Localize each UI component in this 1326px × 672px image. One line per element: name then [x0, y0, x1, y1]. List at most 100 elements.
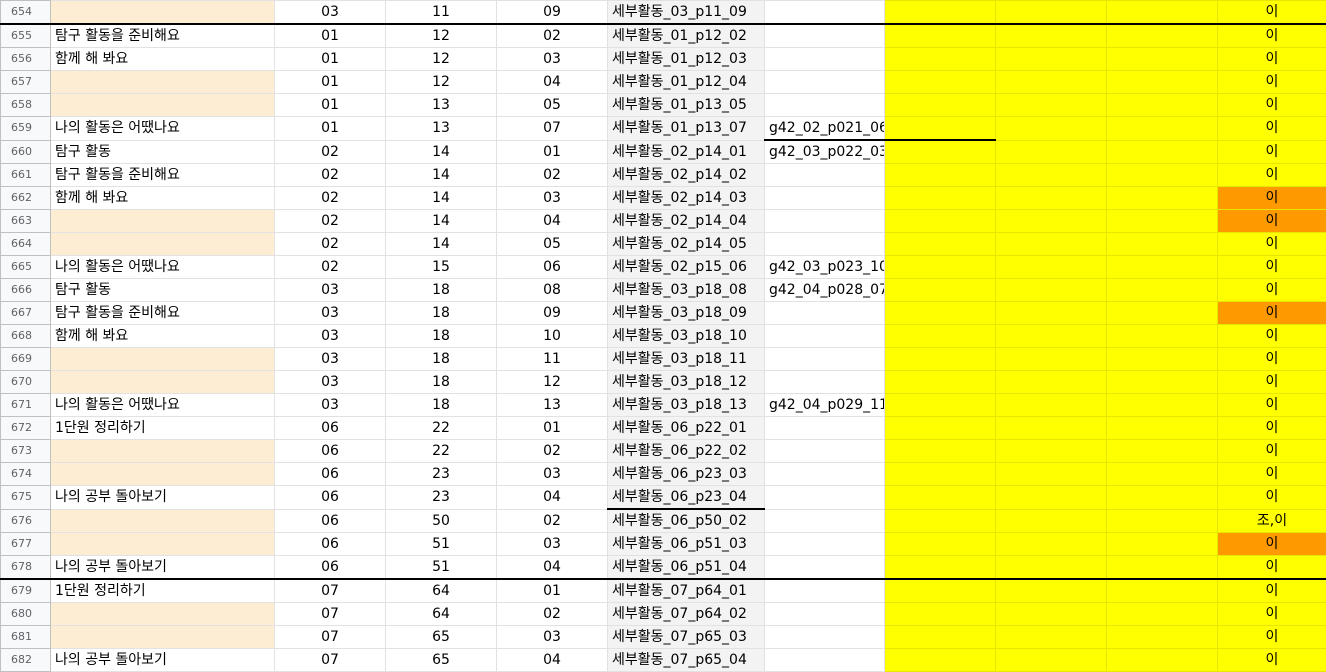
- cell-ref-code[interactable]: [765, 371, 885, 394]
- cell-activity-title[interactable]: [51, 509, 275, 533]
- cell-empty[interactable]: [996, 117, 1107, 141]
- cell-ref-code[interactable]: [765, 233, 885, 256]
- cell-activity-title[interactable]: [51, 603, 275, 626]
- cell-seq[interactable]: 12: [497, 371, 608, 394]
- cell-ref-code[interactable]: [765, 533, 885, 556]
- cell-empty[interactable]: [1107, 556, 1218, 580]
- cell-activity-title[interactable]: [51, 71, 275, 94]
- cell-page[interactable]: 18: [386, 302, 497, 325]
- cell-seq[interactable]: 10: [497, 325, 608, 348]
- cell-ref-code[interactable]: [765, 48, 885, 71]
- cell-ref-code[interactable]: [765, 440, 885, 463]
- cell-seq[interactable]: 13: [497, 394, 608, 417]
- cell-assignee[interactable]: 이: [1218, 556, 1326, 580]
- cell-activity-id[interactable]: 세부활동_02_p14_04: [608, 210, 765, 233]
- cell-lesson[interactable]: 06: [275, 509, 386, 533]
- row-header[interactable]: 675: [1, 486, 51, 510]
- cell-empty[interactable]: [885, 509, 996, 533]
- cell-assignee[interactable]: 이: [1218, 348, 1326, 371]
- row-header[interactable]: 659: [1, 117, 51, 141]
- cell-empty[interactable]: [885, 348, 996, 371]
- cell-empty[interactable]: [885, 371, 996, 394]
- cell-assignee[interactable]: 이: [1218, 649, 1326, 672]
- cell-empty[interactable]: [885, 463, 996, 486]
- cell-assignee[interactable]: 이: [1218, 187, 1326, 210]
- row-header[interactable]: 661: [1, 164, 51, 187]
- cell-seq[interactable]: 08: [497, 279, 608, 302]
- cell-ref-code[interactable]: [765, 94, 885, 117]
- cell-lesson[interactable]: 02: [275, 256, 386, 279]
- cell-seq[interactable]: 05: [497, 233, 608, 256]
- cell-page[interactable]: 22: [386, 417, 497, 440]
- cell-page[interactable]: 13: [386, 94, 497, 117]
- row-header[interactable]: 679: [1, 579, 51, 603]
- cell-activity-title[interactable]: 탐구 활동을 준비해요: [51, 302, 275, 325]
- cell-empty[interactable]: [996, 325, 1107, 348]
- cell-ref-code[interactable]: [765, 187, 885, 210]
- cell-empty[interactable]: [1107, 1, 1218, 25]
- cell-empty[interactable]: [885, 1, 996, 25]
- cell-empty[interactable]: [885, 486, 996, 510]
- cell-activity-title[interactable]: [51, 440, 275, 463]
- cell-empty[interactable]: [1107, 94, 1218, 117]
- cell-lesson[interactable]: 06: [275, 463, 386, 486]
- cell-seq[interactable]: 04: [497, 71, 608, 94]
- cell-empty[interactable]: [996, 394, 1107, 417]
- cell-lesson[interactable]: 07: [275, 626, 386, 649]
- cell-activity-title[interactable]: 탐구 활동을 준비해요: [51, 24, 275, 48]
- cell-empty[interactable]: [1107, 210, 1218, 233]
- cell-lesson[interactable]: 03: [275, 302, 386, 325]
- row-header[interactable]: 656: [1, 48, 51, 71]
- cell-activity-id[interactable]: 세부활동_06_p22_02: [608, 440, 765, 463]
- cell-empty[interactable]: [1107, 486, 1218, 510]
- cell-assignee[interactable]: 이: [1218, 210, 1326, 233]
- cell-lesson[interactable]: 07: [275, 603, 386, 626]
- cell-lesson[interactable]: 03: [275, 348, 386, 371]
- cell-empty[interactable]: [885, 626, 996, 649]
- row-header[interactable]: 655: [1, 24, 51, 48]
- cell-empty[interactable]: [1107, 509, 1218, 533]
- cell-activity-id[interactable]: 세부활동_06_p23_04: [608, 486, 765, 510]
- row-header[interactable]: 676: [1, 509, 51, 533]
- cell-lesson[interactable]: 03: [275, 394, 386, 417]
- cell-empty[interactable]: [996, 187, 1107, 210]
- cell-seq[interactable]: 01: [497, 417, 608, 440]
- cell-assignee[interactable]: 이: [1218, 371, 1326, 394]
- cell-activity-title[interactable]: [51, 348, 275, 371]
- cell-seq[interactable]: 03: [497, 626, 608, 649]
- cell-empty[interactable]: [885, 556, 996, 580]
- cell-empty[interactable]: [1107, 325, 1218, 348]
- cell-activity-id[interactable]: 세부활동_02_p15_06: [608, 256, 765, 279]
- cell-activity-title[interactable]: [51, 210, 275, 233]
- cell-ref-code[interactable]: [765, 325, 885, 348]
- cell-activity-id[interactable]: 세부활동_03_p18_10: [608, 325, 765, 348]
- cell-lesson[interactable]: 01: [275, 117, 386, 141]
- cell-activity-title[interactable]: 나의 활동은 어땠나요: [51, 394, 275, 417]
- cell-assignee[interactable]: 이: [1218, 603, 1326, 626]
- cell-page[interactable]: 22: [386, 440, 497, 463]
- cell-lesson[interactable]: 06: [275, 556, 386, 580]
- cell-empty[interactable]: [1107, 256, 1218, 279]
- cell-assignee[interactable]: 이: [1218, 579, 1326, 603]
- cell-lesson[interactable]: 06: [275, 417, 386, 440]
- cell-assignee[interactable]: 이: [1218, 48, 1326, 71]
- cell-activity-id[interactable]: 세부활동_06_p22_01: [608, 417, 765, 440]
- cell-empty[interactable]: [1107, 649, 1218, 672]
- cell-lesson[interactable]: 06: [275, 486, 386, 510]
- cell-seq[interactable]: 05: [497, 94, 608, 117]
- cell-empty[interactable]: [1107, 233, 1218, 256]
- cell-activity-id[interactable]: 세부활동_03_p18_09: [608, 302, 765, 325]
- cell-ref-code[interactable]: [765, 486, 885, 510]
- cell-empty[interactable]: [885, 164, 996, 187]
- cell-activity-id[interactable]: 세부활동_01_p12_03: [608, 48, 765, 71]
- cell-assignee[interactable]: 이: [1218, 117, 1326, 141]
- cell-lesson[interactable]: 03: [275, 1, 386, 25]
- cell-ref-code[interactable]: [765, 348, 885, 371]
- row-header[interactable]: 677: [1, 533, 51, 556]
- cell-seq[interactable]: 02: [497, 603, 608, 626]
- cell-empty[interactable]: [1107, 279, 1218, 302]
- cell-empty[interactable]: [996, 486, 1107, 510]
- row-header[interactable]: 664: [1, 233, 51, 256]
- cell-empty[interactable]: [1107, 187, 1218, 210]
- cell-ref-code[interactable]: g42_03_p022_03: [765, 140, 885, 164]
